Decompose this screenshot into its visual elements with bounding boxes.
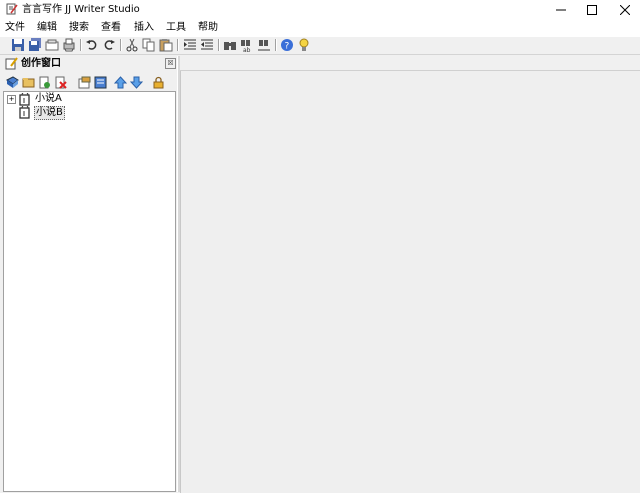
toolbar-separator (177, 39, 179, 51)
help-icon[interactable]: ? (280, 38, 294, 52)
novel-icon (19, 106, 30, 119)
replace-icon[interactable]: ab (240, 38, 254, 52)
creation-panel: 创作窗口 ☒ + 小说A 小说B (2, 56, 177, 492)
move-down-icon[interactable] (130, 76, 143, 89)
minimize-button[interactable] (546, 0, 576, 19)
lock-icon[interactable] (152, 76, 165, 89)
open-icon[interactable] (45, 38, 59, 52)
properties-icon[interactable] (78, 76, 91, 89)
toolbar-separator (120, 39, 122, 51)
menu-tools[interactable]: 工具 (166, 22, 186, 34)
outdent-icon[interactable] (200, 38, 214, 52)
menu-help[interactable]: 帮助 (198, 22, 218, 34)
menu-file[interactable]: 文件 (5, 22, 25, 34)
new-chapter-icon[interactable] (38, 76, 51, 89)
tree-item-novel-b[interactable]: 小说B (4, 106, 174, 120)
notes-icon[interactable] (94, 76, 107, 89)
menu-insert[interactable]: 插入 (134, 22, 154, 34)
menu-search[interactable]: 搜索 (69, 22, 89, 34)
panel-close-button[interactable]: ☒ (165, 58, 176, 69)
maximize-button[interactable] (577, 0, 607, 19)
paste-icon[interactable] (159, 38, 173, 52)
panel-header: 创作窗口 ☒ (2, 56, 177, 71)
tree-item-label: 小说A (35, 93, 62, 104)
tree-item-label: 小说B (34, 106, 65, 120)
svg-text:ab: ab (243, 47, 251, 52)
app-icon (6, 3, 18, 15)
delete-icon[interactable] (54, 76, 67, 89)
editor-workspace[interactable] (180, 56, 640, 493)
window-title: 言言写作 JJ Writer Studio (22, 4, 140, 15)
novel-icon (19, 93, 30, 106)
menu-edit[interactable]: 编辑 (37, 22, 57, 34)
tree-expander[interactable]: + (7, 95, 16, 104)
toolbar-separator (218, 39, 220, 51)
panel-title: 创作窗口 (21, 58, 61, 69)
undo-icon[interactable] (85, 38, 99, 52)
folder-icon[interactable] (22, 76, 35, 89)
svg-text:?: ? (285, 42, 290, 52)
find-next-icon[interactable] (257, 38, 271, 52)
indent-icon[interactable] (183, 38, 197, 52)
toolbar-separator (80, 39, 82, 51)
cut-icon[interactable] (125, 38, 139, 52)
save-all-icon[interactable] (28, 38, 42, 52)
document-tab-strip (180, 56, 640, 71)
title-bar: 言言写作 JJ Writer Studio (0, 0, 640, 19)
menu-view[interactable]: 查看 (101, 22, 121, 34)
find-icon[interactable] (223, 38, 237, 52)
toolbar-separator (275, 39, 277, 51)
tree-item-novel-a[interactable]: + 小说A (4, 93, 174, 106)
maximize-icon (587, 4, 597, 15)
panel-toolbar (2, 74, 177, 91)
menu-bar: 文件 编辑 搜索 查看 插入 工具 帮助 (0, 19, 640, 37)
move-up-icon[interactable] (114, 76, 127, 89)
redo-icon[interactable] (102, 38, 116, 52)
main-toolbar: ab ? (0, 37, 640, 55)
print-icon[interactable] (62, 38, 76, 52)
project-tree[interactable]: + 小说A 小说B (3, 91, 176, 492)
save-icon[interactable] (11, 38, 25, 52)
tip-icon[interactable] (297, 38, 311, 52)
panel-icon (5, 57, 18, 70)
book-icon[interactable] (6, 76, 19, 89)
close-icon (620, 4, 630, 15)
close-button[interactable] (610, 0, 640, 19)
copy-icon[interactable] (142, 38, 156, 52)
minimize-icon (556, 9, 566, 10)
